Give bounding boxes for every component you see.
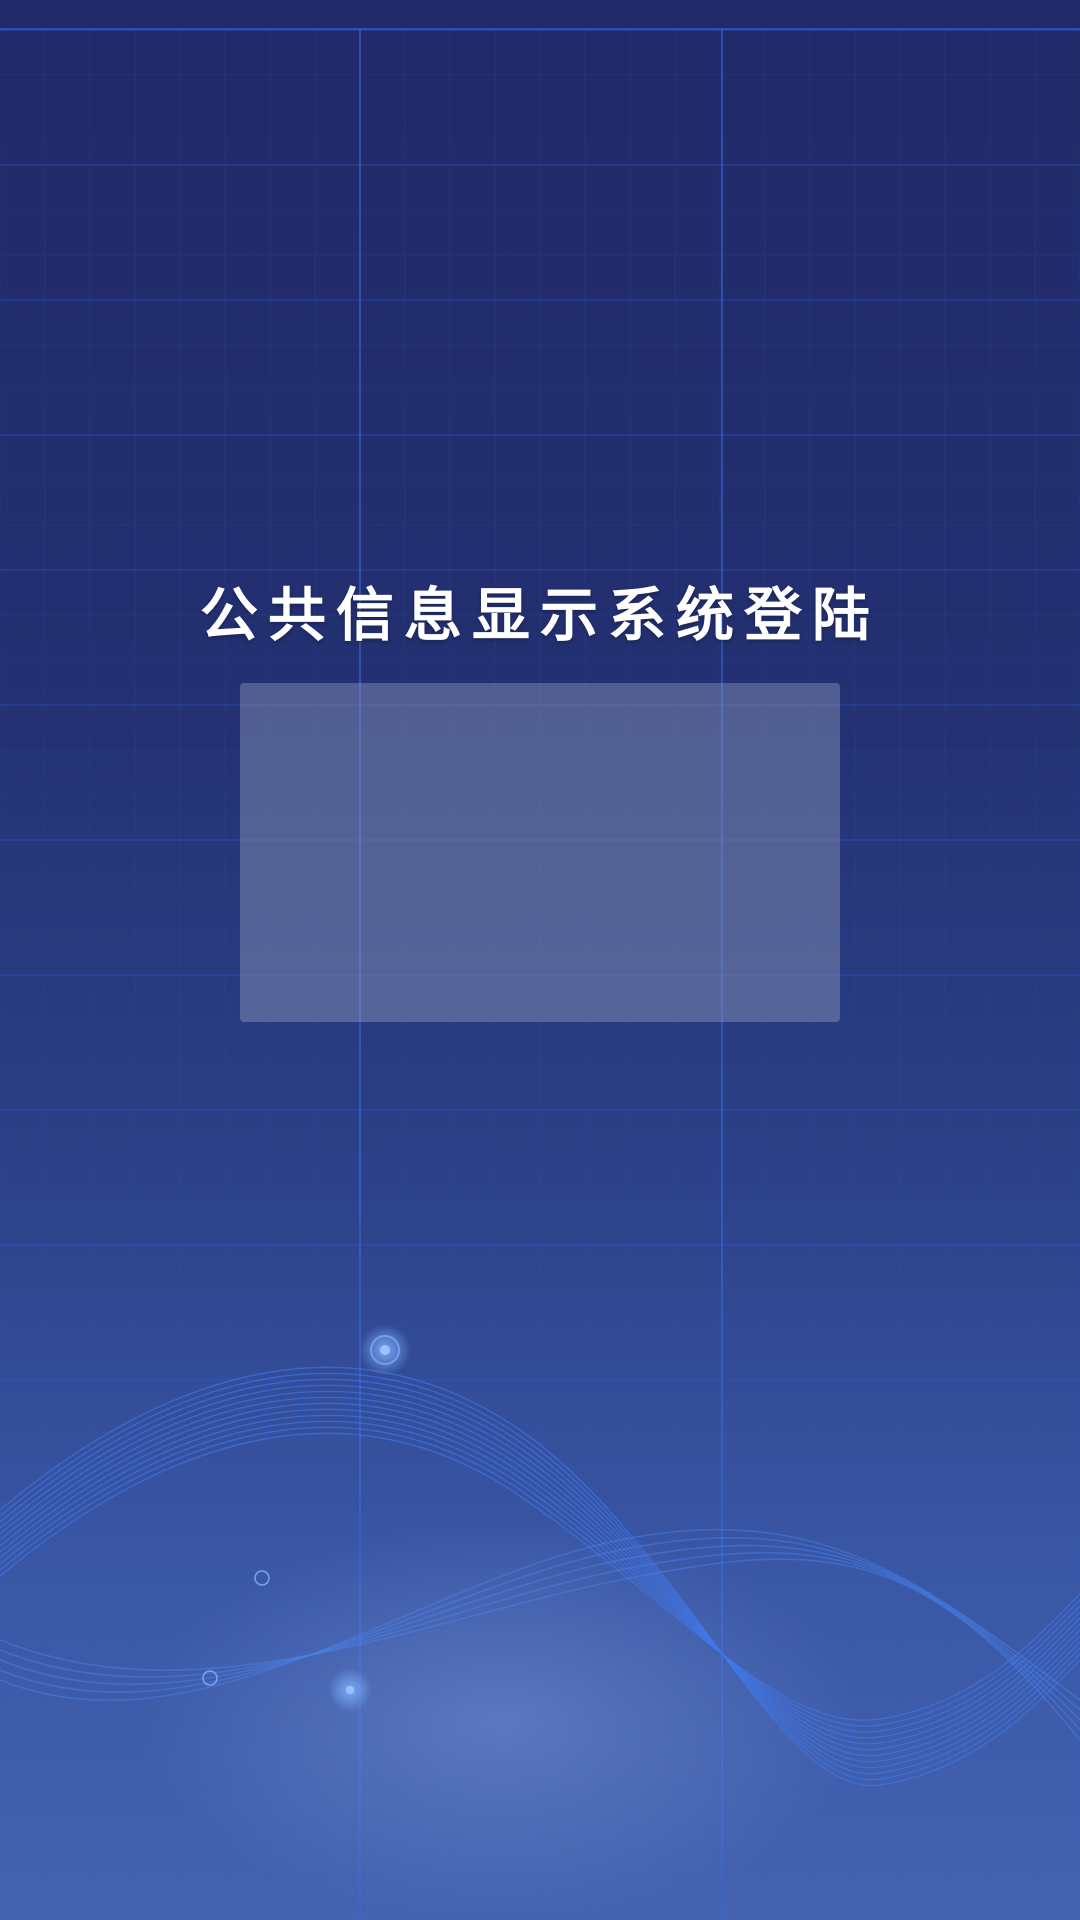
top-accent-line (0, 28, 1080, 30)
page-title: 公共信息显示系统登陆 (199, 581, 880, 649)
login-panel (240, 683, 840, 1022)
login-screen: 公共信息显示系统登陆 (0, 0, 1080, 1920)
network-wave-decoration (0, 1324, 1080, 1920)
